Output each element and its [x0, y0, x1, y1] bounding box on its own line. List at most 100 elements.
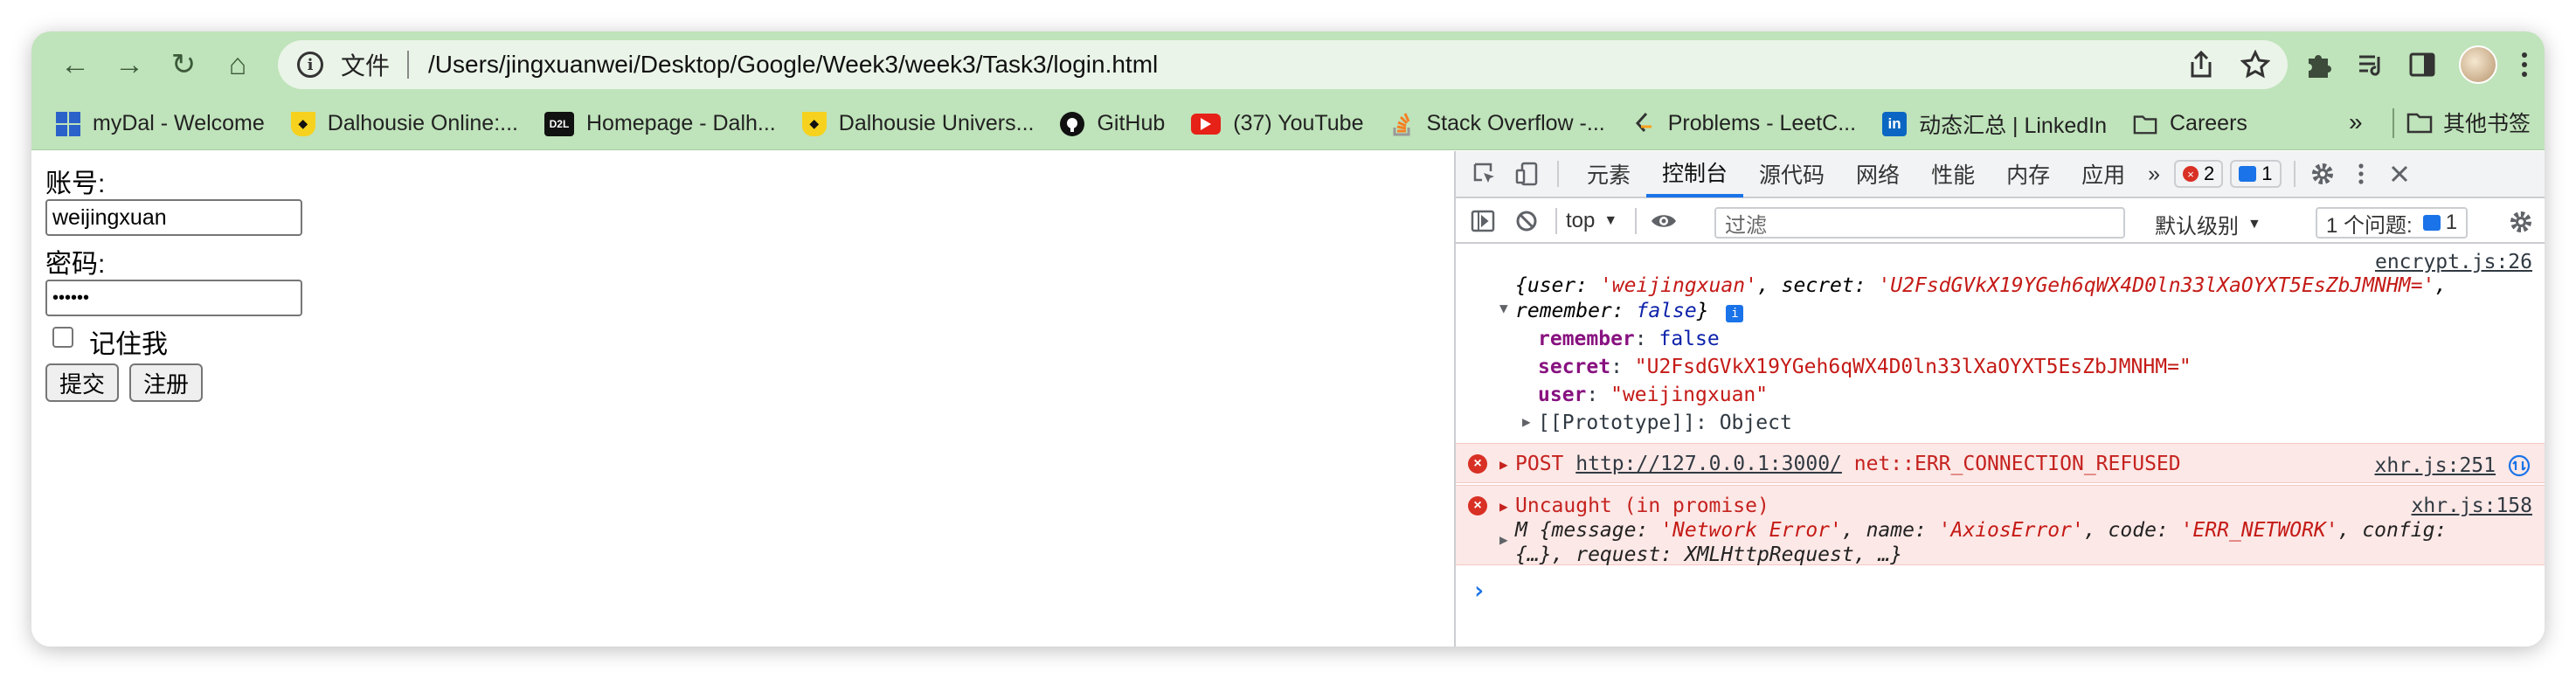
forward-button[interactable]: →	[105, 40, 154, 89]
folder-icon	[2406, 113, 2433, 134]
summary-text: }	[1696, 300, 1709, 322]
error-source-link[interactable]: xhr.js:251	[2375, 454, 2496, 477]
tab-elements[interactable]: 元素	[1571, 150, 1646, 197]
side-panel-icon[interactable]	[2408, 51, 2436, 79]
message-count-badge[interactable]: 1	[2230, 160, 2282, 188]
summary-user: 'weijingxuan'	[1599, 274, 1757, 297]
summary-text: , secret:	[1756, 274, 1879, 297]
address-bar[interactable]: i 文件 /Users/jingxuanwei/Desktop/Google/W…	[278, 40, 2288, 89]
extensions-icon[interactable]	[2303, 50, 2333, 80]
bookmarks-more-button[interactable]: »	[2349, 108, 2363, 136]
bar-divider	[1555, 208, 1557, 234]
account-input[interactable]: weijingxuan	[45, 199, 302, 236]
issues-count: 1	[2445, 211, 2458, 234]
home-button[interactable]: ⌂	[213, 40, 262, 89]
console-toolbar: top ▼ 过滤 默认级别 ▼ 1 个问题: 1	[1456, 200, 2545, 244]
browser-toolbar: ← → ↻ ⌂ i 文件 /Users/jingxuanwei/Desktop/…	[31, 31, 2545, 98]
inspect-element-icon[interactable]	[1470, 159, 1499, 189]
back-button[interactable]: ←	[51, 40, 100, 89]
bookmarks-bar: myDal - Welcome ◆ Dalhousie Online:... D…	[31, 98, 2545, 150]
reading-list-icon[interactable]	[2356, 50, 2386, 80]
tab-sources[interactable]: 源代码	[1743, 150, 1840, 197]
error-obj-text: , code:	[2083, 519, 2181, 542]
linkedin-icon: in	[1882, 111, 1908, 136]
bookmark-label: Homepage - Dalh...	[585, 111, 776, 135]
prototype-row[interactable]: [[Prototype]]: Object	[1538, 412, 1792, 434]
prop-key: secret	[1538, 356, 1611, 378]
error-obj-text: , config:	[2337, 519, 2448, 542]
devtools-menu-kebab-icon[interactable]	[2346, 159, 2376, 189]
info-badge-icon[interactable]: i	[1726, 305, 1744, 322]
issues-label: 1 个问题:	[2326, 213, 2413, 238]
context-selector[interactable]: top ▼	[1566, 209, 1617, 233]
console-filter-input[interactable]: 过滤	[1714, 207, 2125, 239]
bookmark-careers[interactable]: Careers	[2133, 111, 2247, 136]
password-input[interactable]: ••••••	[45, 280, 302, 316]
profile-avatar[interactable]	[2459, 45, 2497, 84]
console-prompt[interactable]: ›	[1472, 576, 1486, 605]
clear-console-icon[interactable]	[1512, 206, 1541, 236]
error-obj-text: , name:	[1841, 519, 1939, 542]
expand-triangle-icon[interactable]: ▶	[1499, 456, 1508, 473]
console-settings-gear-icon[interactable]	[2506, 207, 2536, 237]
bookmark-leetcode[interactable]: Problems - LeetC...	[1631, 111, 1856, 136]
bookmark-star-icon[interactable]	[2240, 50, 2270, 80]
tab-network[interactable]: 网络	[1840, 150, 1915, 197]
menu-kebab-icon[interactable]	[2520, 51, 2529, 79]
summary-secret: 'U2FsdGVkX19YGeh6qWX4D0ln33lXaOYXT5EsZbJ…	[1878, 274, 2435, 297]
summary-text: remember:	[1515, 300, 1637, 322]
reload-button[interactable]: ↻	[159, 40, 208, 89]
stackoverflow-icon	[1390, 112, 1415, 136]
submit-button[interactable]: 提交	[45, 363, 119, 402]
bookmark-youtube[interactable]: (37) YouTube	[1191, 111, 1364, 136]
prop-value: "weijingxuan"	[1610, 384, 1769, 406]
error-obj-text: M {message:	[1515, 519, 1661, 542]
tab-performance[interactable]: 性能	[1915, 150, 1991, 197]
devtools-panel: 元素 控制台 源代码 网络 性能 内存 应用 » × 2 1 top ▼ 过滤 …	[1454, 151, 2545, 647]
log-level-label: 默认级别	[2155, 215, 2239, 239]
error-count-badge[interactable]: × 2	[2174, 160, 2224, 188]
expand-triangle-icon[interactable]: ▼	[1499, 300, 1508, 316]
other-bookmarks-folder[interactable]: 其他书签	[2406, 107, 2531, 138]
bookmark-label: 动态汇总 | LinkedIn	[1919, 113, 2107, 138]
sidebar-toggle-icon[interactable]	[1468, 206, 1498, 236]
expand-triangle-icon[interactable]: ▶	[1499, 498, 1508, 515]
page-content: 账号: weijingxuan 密码: •••••• 记住我 提交 注册	[31, 151, 1454, 647]
windows-icon	[56, 111, 80, 136]
bookmark-dal-online[interactable]: ◆ Dalhousie Online:...	[290, 111, 518, 136]
bookmark-linkedin[interactable]: in 动态汇总 | LinkedIn	[1882, 108, 2107, 140]
bookmark-mydal[interactable]: myDal - Welcome	[56, 111, 265, 136]
log-level-dropdown[interactable]: 默认级别 ▼	[2155, 209, 2261, 239]
bookmark-stackoverflow[interactable]: Stack Overflow -...	[1390, 111, 1605, 136]
error-url-link[interactable]: http://127.0.0.1:3000/	[1575, 453, 1842, 475]
bookmark-homepage-dal[interactable]: D2L Homepage - Dalh...	[544, 111, 776, 136]
console-error-row: × ▶ Uncaught (in promise) xhr.js:158 ▶ M…	[1456, 485, 2545, 566]
log-source-link[interactable]: encrypt.js:26	[2375, 251, 2532, 273]
url-text[interactable]: /Users/jingxuanwei/Desktop/Google/Week3/…	[428, 51, 1158, 79]
error-obj-name: 'AxiosError'	[1938, 519, 2084, 542]
error-source-link[interactable]: xhr.js:158	[2412, 495, 2532, 517]
network-request-icon[interactable]	[2508, 454, 2531, 477]
info-icon[interactable]: i	[297, 52, 323, 78]
share-icon[interactable]	[2188, 50, 2214, 80]
leetcode-icon	[1631, 112, 1656, 136]
expand-triangle-icon[interactable]: ▶	[1522, 413, 1531, 430]
tab-memory[interactable]: 内存	[1991, 150, 2066, 197]
context-label: top	[1566, 209, 1596, 232]
devtools-tabbar: 元素 控制台 源代码 网络 性能 内存 应用 » × 2 1	[1456, 151, 2545, 198]
close-devtools-icon[interactable]	[2385, 159, 2414, 189]
bookmark-github[interactable]: GitHub	[1060, 111, 1165, 136]
tab-application[interactable]: 应用	[2066, 150, 2141, 197]
account-label: 账号:	[45, 170, 106, 198]
register-button[interactable]: 注册	[129, 363, 203, 402]
expand-triangle-icon[interactable]: ▶	[1499, 531, 1508, 548]
tab-console[interactable]: 控制台	[1646, 150, 1744, 197]
more-tabs-button[interactable]: »	[2141, 150, 2167, 197]
live-expression-eye-icon[interactable]	[1649, 206, 1679, 236]
issues-button[interactable]: 1 个问题: 1	[2316, 207, 2469, 239]
device-toolbar-icon[interactable]	[1512, 159, 1541, 189]
error-object-line1: M {message: 'Network Error', name: 'Axio…	[1515, 519, 2447, 542]
bookmark-dal-university[interactable]: ◆ Dalhousie Univers...	[801, 111, 1034, 136]
settings-gear-icon[interactable]	[2308, 159, 2337, 189]
remember-checkbox[interactable]	[52, 327, 73, 348]
